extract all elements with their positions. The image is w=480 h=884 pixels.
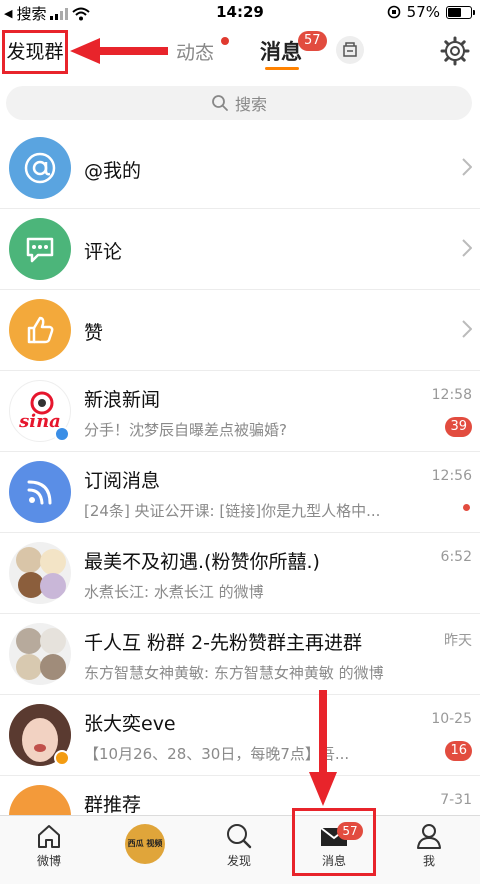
tab-label: 微博 <box>36 854 61 868</box>
bottom-tab-bar: 微博 西瓜 视频 发现 消息 我 <box>0 815 480 884</box>
tab-home[interactable]: 微博 <box>14 822 84 869</box>
tab-discover[interactable]: 发现 <box>204 822 274 869</box>
search-bar[interactable]: 搜索 <box>6 86 472 120</box>
verified-icon <box>54 750 70 766</box>
home-icon <box>38 825 60 848</box>
list-item-title: 赞 <box>84 322 104 344</box>
status-bar: ◀ 搜索 14:29 57% <box>0 0 480 26</box>
list-item-title: 订阅消息 <box>84 470 161 492</box>
annotation-arrow-left <box>70 38 168 64</box>
annotation-highlight-box <box>292 808 376 876</box>
tab-messages[interactable]: 消息 <box>260 36 302 66</box>
list-item-title: 最美不及初遇.(粉赞你所囍.) <box>84 551 320 573</box>
tab-feed[interactable]: 动态 <box>176 38 214 65</box>
comment-icon <box>9 218 71 280</box>
verified-icon <box>54 426 70 442</box>
thumbs-up-icon <box>9 299 71 361</box>
tab-me[interactable]: 我 <box>394 822 464 869</box>
unread-badge: 39 <box>445 417 472 437</box>
message-list: @我的 评论 赞 sina 新浪新闻 分手！沈梦辰自曝差点被骗婚? 12:58 … <box>0 128 480 857</box>
list-item-comments[interactable]: 评论 <box>0 209 480 290</box>
search-icon <box>212 95 228 111</box>
list-item-preview: 水煮长江: 水煮长江 的微博 <box>84 583 264 601</box>
chevron-right-icon <box>462 320 472 338</box>
search-placeholder: 搜索 <box>234 95 267 114</box>
list-item-title: @我的 <box>84 160 142 182</box>
list-item-title: 张大奕eve <box>84 713 176 735</box>
video-label: 西瓜 视频 <box>127 839 163 848</box>
list-item-group-chat[interactable]: 最美不及初遇.(粉赞你所囍.) 水煮长江: 水煮长江 的微博 6:52 <box>0 533 480 614</box>
annotation-arrow-down <box>309 690 337 806</box>
at-icon <box>9 137 71 199</box>
rss-icon <box>9 461 71 523</box>
list-item-title: 新浪新闻 <box>84 389 161 411</box>
group-avatar <box>9 623 71 685</box>
group-avatar <box>9 542 71 604</box>
tab-active-indicator <box>265 67 299 70</box>
rotation-lock-icon <box>387 5 400 19</box>
feed-unread-dot <box>221 37 229 45</box>
list-item-user-chat[interactable]: 张大奕eve 【10月26、28、30日，每晚7点】吾... 10-25 16 <box>0 695 480 776</box>
search-icon <box>227 824 252 849</box>
chevron-right-icon <box>462 239 472 257</box>
top-header: 发现群 动态 消息 57 <box>0 26 480 76</box>
list-item-mentions[interactable]: @我的 <box>0 128 480 209</box>
tab-label: 发现 <box>226 854 251 868</box>
list-item-subscriptions[interactable]: 订阅消息 [24条] 央证公开课: [链接]你是九型人格中... 12:56 <box>0 452 480 533</box>
list-item-likes[interactable]: 赞 <box>0 290 480 371</box>
list-item-time: 12:58 <box>431 387 472 403</box>
list-item-title: 群推荐 <box>84 794 142 816</box>
list-item-sina-news[interactable]: sina 新浪新闻 分手！沈梦辰自曝差点被骗婚? 12:58 39 <box>0 371 480 452</box>
settings-gear-icon[interactable] <box>440 36 470 66</box>
tab-label: 我 <box>422 854 435 868</box>
list-item-title: 评论 <box>84 241 123 263</box>
unread-dot <box>463 504 470 511</box>
list-item-preview: 东方智慧女神黄敏: 东方智慧女神黄敏 的微博 <box>84 664 384 682</box>
profile-icon <box>417 824 441 849</box>
discover-groups-button[interactable]: 发现群 <box>2 30 68 74</box>
unread-badge: 16 <box>445 741 472 761</box>
list-item-group-chat[interactable]: 千人互 粉群 2-先粉赞群主再进群 东方智慧女神黄敏: 东方智慧女神黄敏 的微博… <box>0 614 480 695</box>
messages-badge: 57 <box>298 31 327 51</box>
list-item-time: 昨天 <box>444 633 472 649</box>
list-item-time: 6:52 <box>440 549 472 565</box>
video-app-icon: 西瓜 视频 <box>125 824 165 864</box>
battery-icon <box>446 5 475 19</box>
battery-percent: 57% <box>406 3 440 21</box>
list-item-preview: [24条] 央证公开课: [链接]你是九型人格中... <box>84 502 381 520</box>
chat-room-icon[interactable] <box>336 36 364 64</box>
tab-video[interactable]: 西瓜 视频 <box>110 824 180 864</box>
chevron-right-icon <box>462 158 472 176</box>
list-item-preview: 分手！沈梦辰自曝差点被骗婚? <box>84 421 287 439</box>
list-item-time: 10-25 <box>431 711 472 727</box>
list-item-time: 12:56 <box>431 468 472 484</box>
list-item-title: 千人互 粉群 2-先粉赞群主再进群 <box>84 632 363 654</box>
list-item-time: 7-31 <box>440 792 472 808</box>
